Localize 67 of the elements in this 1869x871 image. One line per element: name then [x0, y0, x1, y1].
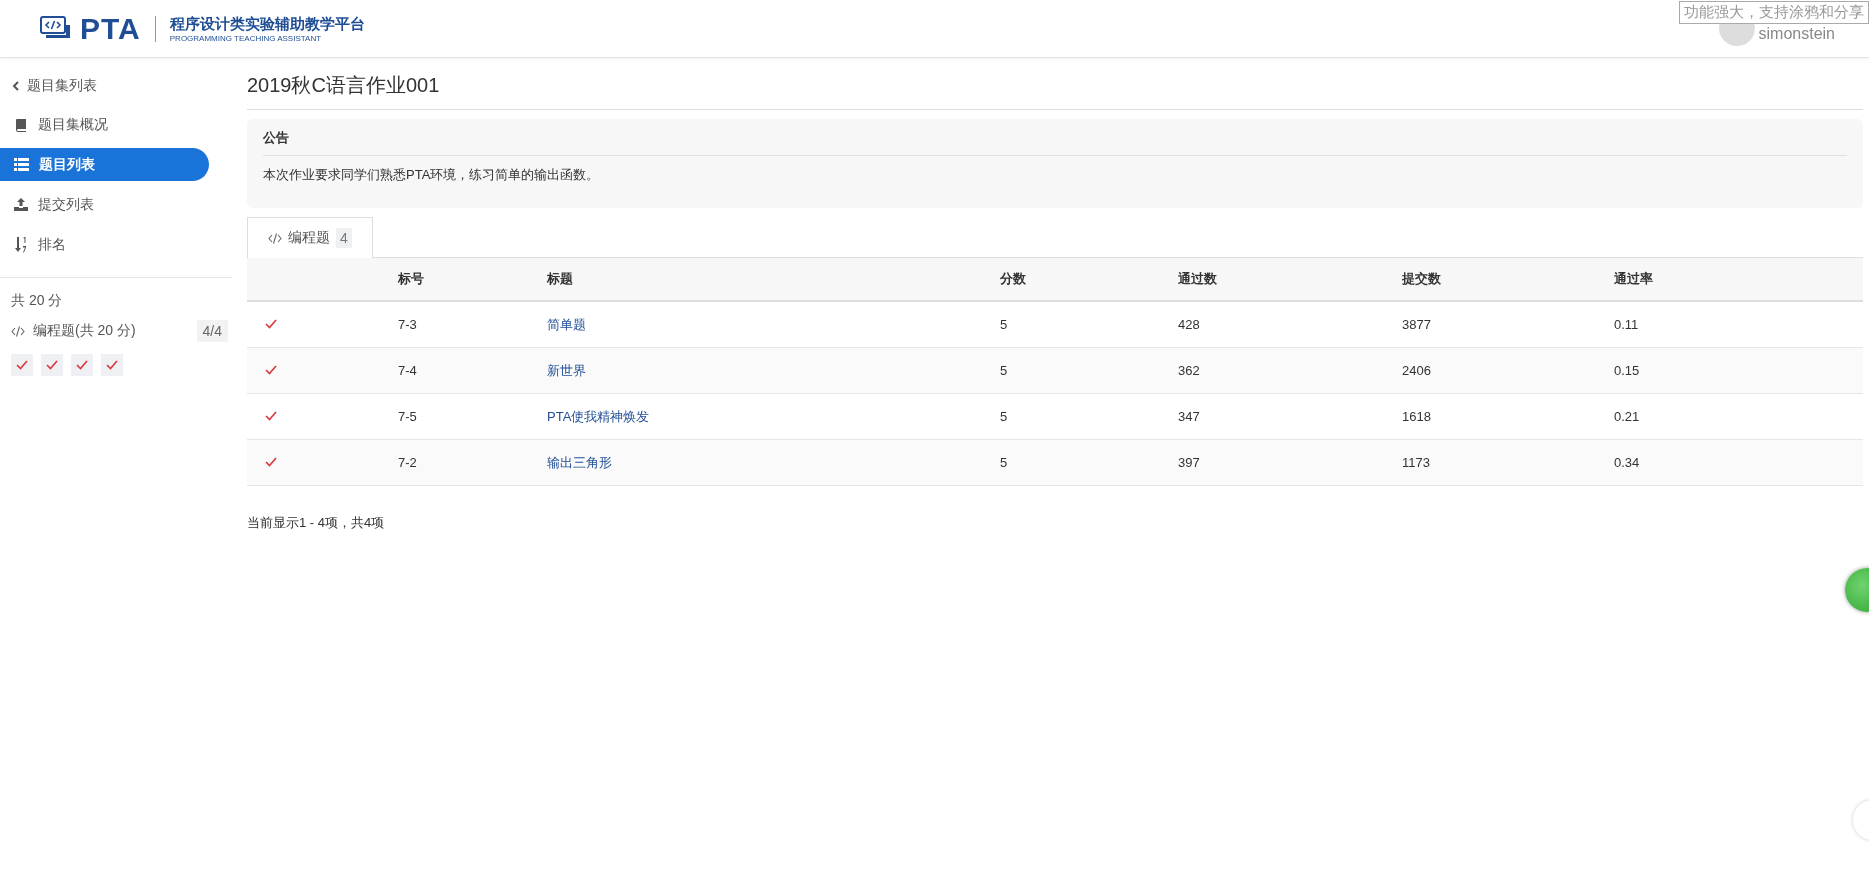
table-cell: 1618: [1402, 409, 1431, 424]
column-header: 通过数: [1178, 271, 1217, 286]
table-cell: 5: [1000, 409, 1008, 424]
table-cell: 0.11: [1614, 317, 1639, 332]
table-cell: 0.34: [1614, 455, 1640, 470]
check-icon: [76, 360, 88, 370]
problem-status[interactable]: [71, 354, 93, 376]
logo-text: PTA: [80, 11, 141, 46]
problem-link[interactable]: 新世界: [547, 362, 586, 378]
chevron-left-icon: [12, 81, 19, 91]
table-cell: 3877: [1402, 317, 1431, 332]
sort-icon: [14, 236, 28, 253]
code-icon: [268, 232, 282, 244]
table-cell: 362: [1178, 363, 1200, 378]
table-cell: 7-5: [398, 409, 417, 424]
sidebar-item[interactable]: 题目列表: [0, 148, 209, 181]
problem-link[interactable]: 简单题: [547, 316, 586, 332]
check-icon: [106, 360, 118, 370]
notice-text: 本次作业要求同学们熟悉PTA环境，练习简单的输出函数。: [263, 166, 601, 184]
check-icon: [46, 360, 58, 370]
platform-name: 程序设计类实验辅助教学平台: [169, 14, 365, 34]
tooltip: 功能强大，支持涂鸦和分享: [1679, 1, 1869, 24]
upload-icon: [14, 198, 28, 211]
page-title: 2019秋C语言作业001: [247, 68, 1863, 110]
column-header: 提交数: [1402, 271, 1441, 286]
table-cell: 5: [1000, 363, 1008, 378]
column-header: 分数: [1000, 271, 1026, 286]
check-icon: [265, 457, 277, 467]
tab[interactable]: 编程题 4: [247, 217, 373, 258]
table-cell: 2406: [1402, 363, 1431, 378]
book-icon: [14, 117, 28, 132]
check-icon: [265, 411, 277, 421]
table-cell: 0.21: [1614, 409, 1640, 424]
code-icon: [11, 325, 25, 337]
check-icon: [265, 365, 277, 375]
problem-link[interactable]: PTA使我精神焕发: [547, 408, 650, 424]
table-cell: 5: [1000, 455, 1008, 470]
tagline: PROGRAMMING TEACHING ASSISTANT: [169, 33, 323, 43]
column-header: 通过率: [1614, 271, 1653, 286]
sidebar-item[interactable]: 排名: [0, 228, 209, 261]
problem-status[interactable]: [11, 354, 33, 376]
check-icon: [16, 360, 28, 370]
table-cell: 7-3: [398, 317, 417, 332]
sidebar-item[interactable]: 题目集概况: [0, 108, 209, 141]
count-badge: 4/4: [196, 320, 228, 342]
table-cell: 1173: [1402, 455, 1430, 470]
column-header: 标号: [398, 271, 424, 286]
table-cell: 5: [1000, 317, 1008, 332]
section-label: 编程题(共 20 分): [33, 322, 137, 340]
problem-status[interactable]: [101, 354, 123, 376]
column-header: 标题: [547, 271, 573, 286]
list-icon: [14, 158, 29, 171]
table-cell: 428: [1178, 317, 1200, 332]
table-cell: 7-2: [398, 455, 417, 470]
notice-title: 公告: [263, 129, 1847, 156]
sidebar-item[interactable]: 提交列表: [0, 188, 209, 221]
table-cell: 397: [1178, 455, 1200, 470]
table-cell: 0.15: [1614, 363, 1640, 378]
problem-link[interactable]: 输出三角形: [547, 454, 612, 470]
pagination-info: 当前显示1 - 4项，共4项: [247, 514, 385, 532]
back-link[interactable]: 题目集列表: [0, 58, 232, 98]
table-cell: 347: [1178, 409, 1200, 424]
check-icon: [265, 319, 277, 329]
problem-status[interactable]: [41, 354, 63, 376]
table-cell: 7-4: [398, 363, 417, 378]
total-score: 共 20 分: [10, 292, 64, 310]
username[interactable]: simonstein: [1758, 25, 1835, 43]
